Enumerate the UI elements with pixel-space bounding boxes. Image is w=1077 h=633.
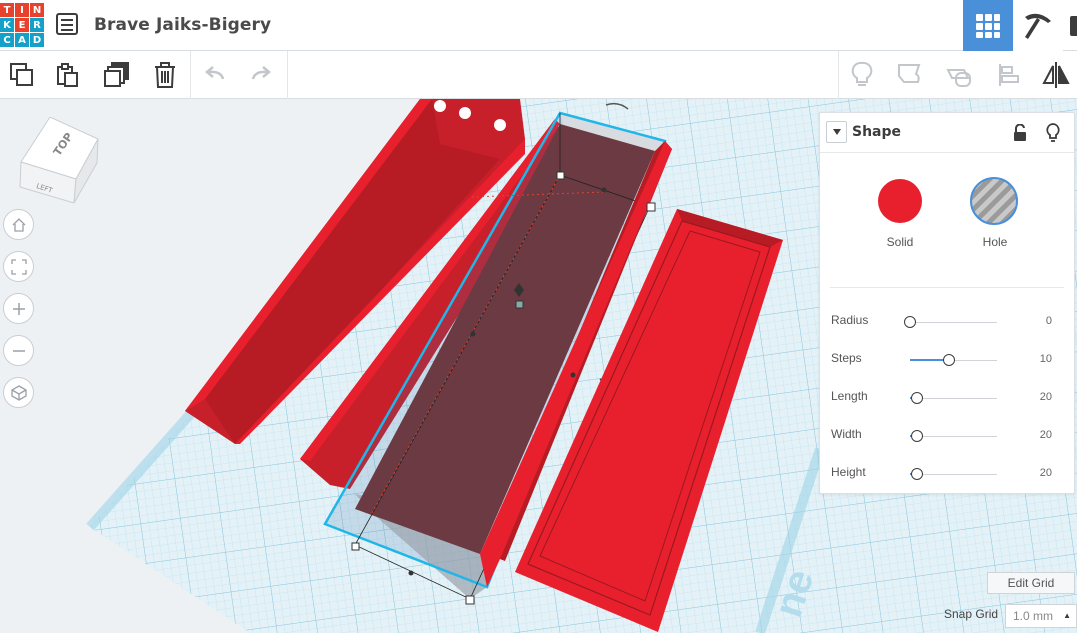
property-label-width: Width: [831, 427, 862, 441]
logo-letter: C: [0, 33, 14, 47]
property-label-steps: Steps: [831, 351, 862, 365]
snap-grid-select[interactable]: 1.0 mm ▲: [1005, 604, 1077, 628]
logo-letter: I: [15, 3, 29, 17]
property-value-length[interactable]: 20: [1012, 391, 1052, 403]
trash-icon[interactable]: [147, 57, 183, 93]
slider-knob[interactable]: [910, 392, 923, 404]
zoom-out-icon[interactable]: [3, 335, 34, 366]
slider-knob[interactable]: [943, 354, 956, 366]
copy-icon[interactable]: [4, 57, 40, 93]
hole-label[interactable]: Hole: [955, 235, 1035, 249]
hole-swatch[interactable]: [970, 177, 1018, 225]
zoom-in-icon[interactable]: [3, 293, 34, 324]
lightbulb-icon[interactable]: [844, 57, 880, 93]
property-slider-steps[interactable]: [910, 354, 997, 366]
mirror-icon[interactable]: [1038, 57, 1074, 93]
snap-grid-label: Snap Grid: [944, 607, 999, 621]
property-label-height: Height: [831, 465, 866, 479]
list-icon[interactable]: [56, 13, 78, 35]
duplicate-icon[interactable]: [99, 57, 135, 93]
grid-icon: [976, 13, 1000, 38]
caret-down-icon: [832, 129, 841, 135]
toolbar-separator: [287, 51, 288, 99]
shape-panel-header: Shape: [820, 113, 1074, 153]
toolbar-separator: [838, 51, 839, 99]
notes-icon[interactable]: [892, 57, 928, 93]
slider-knob[interactable]: [904, 316, 916, 328]
logo-letter: A: [15, 33, 29, 47]
view-build-button[interactable]: [1013, 0, 1063, 51]
snap-grid-value: 1.0 mm: [1013, 609, 1054, 623]
solid-label[interactable]: Solid: [860, 235, 940, 249]
property-value-radius[interactable]: 0: [1012, 315, 1052, 327]
edit-toolbar: [0, 51, 1077, 99]
property-slider-width[interactable]: [910, 430, 997, 442]
logo-letter: D: [30, 33, 44, 47]
logo-letter: E: [15, 18, 29, 32]
design-title[interactable]: Brave Jaiks-Bigery: [94, 15, 271, 35]
property-value-height[interactable]: 20: [1012, 467, 1052, 479]
pickaxe-icon: [1025, 13, 1051, 39]
paste-icon[interactable]: [50, 57, 86, 93]
property-value-width[interactable]: 20: [1012, 429, 1052, 441]
logo-letter: N: [30, 3, 44, 17]
top-bar: TIN KER CAD Brave Jaiks-Bigery: [0, 0, 1077, 51]
view-3d-button[interactable]: [963, 0, 1013, 51]
lock-icon[interactable]: [1010, 122, 1030, 144]
user-menu-edge[interactable]: [1070, 16, 1077, 36]
shape-panel: Shape Solid Hole Radius 0 Steps 10 Length 20 W…: [819, 112, 1075, 494]
toolbar-separator: [190, 51, 191, 99]
align-icon[interactable]: [991, 57, 1027, 93]
lightbulb-icon[interactable]: [1043, 122, 1063, 144]
property-label-radius: Radius: [831, 313, 869, 327]
property-value-steps[interactable]: 10: [1012, 353, 1052, 365]
collapse-panel-button[interactable]: [826, 121, 847, 143]
panel-divider: [830, 287, 1064, 288]
redo-icon[interactable]: [243, 57, 279, 93]
property-label-length: Length: [831, 389, 868, 403]
property-slider-radius[interactable]: [904, 316, 997, 328]
logo-letter: T: [0, 3, 14, 17]
slider-knob[interactable]: [910, 468, 923, 480]
perspective-icon[interactable]: [3, 377, 34, 408]
logo-letter: K: [0, 18, 14, 32]
caret-up-icon: ▲: [1063, 611, 1071, 620]
property-slider-length[interactable]: [910, 392, 997, 404]
logo-letter: R: [30, 18, 44, 32]
tinkercad-logo[interactable]: TIN KER CAD: [0, 3, 44, 47]
slider-knob[interactable]: [910, 430, 923, 442]
property-slider-height[interactable]: [910, 468, 997, 480]
edit-grid-button[interactable]: Edit Grid: [987, 572, 1075, 594]
solid-color-swatch[interactable]: [878, 179, 922, 223]
undo-icon[interactable]: [197, 57, 233, 93]
fit-icon[interactable]: [3, 251, 34, 282]
home-icon[interactable]: [3, 209, 34, 240]
workplane-icon[interactable]: [942, 57, 978, 93]
shape-panel-title: Shape: [852, 124, 902, 140]
view-cube[interactable]: TOP LEFT: [18, 116, 99, 204]
